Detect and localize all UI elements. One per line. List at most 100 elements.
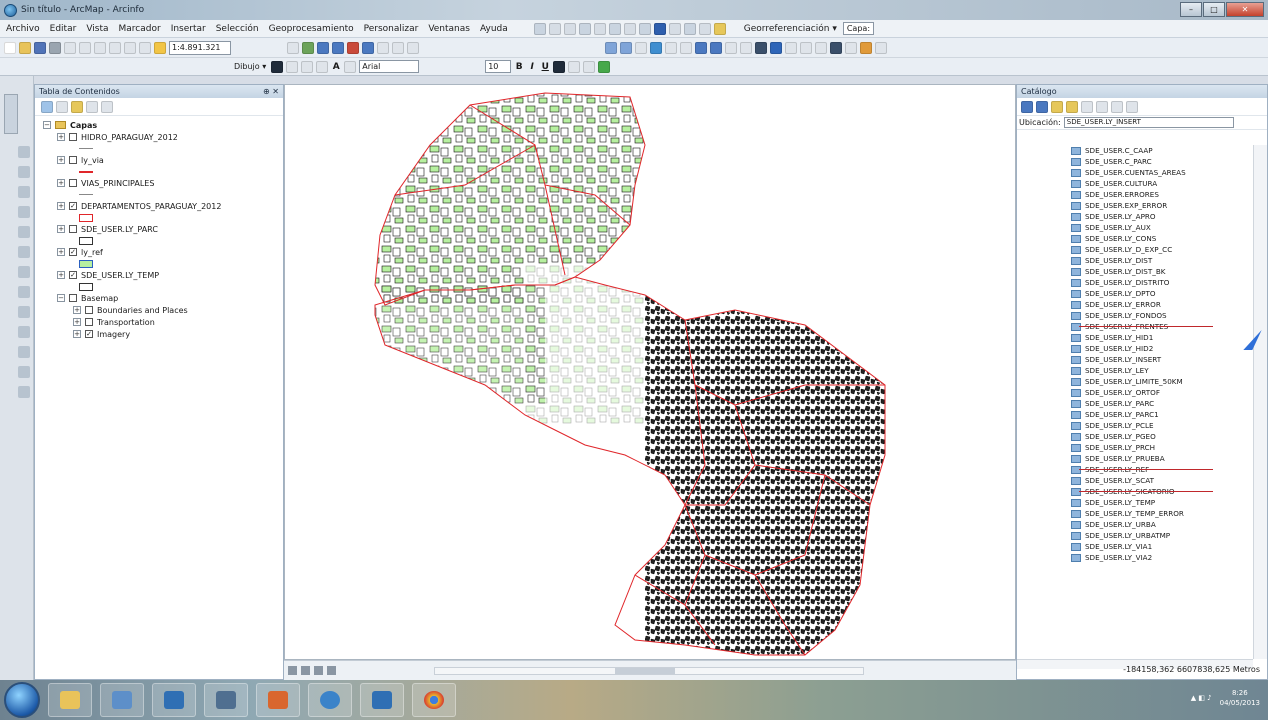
tool-icon[interactable] — [18, 186, 30, 198]
catalog-item[interactable]: SDE_USER.LY_URBATMP — [1017, 530, 1253, 541]
italic-button[interactable]: I — [527, 62, 537, 72]
toc-layer[interactable]: + ly_via — [43, 154, 283, 166]
split-icon[interactable] — [608, 22, 621, 35]
marker-color-icon[interactable] — [598, 60, 611, 73]
tool-icon[interactable] — [18, 206, 30, 218]
catalog-item[interactable]: SDE_USER.LY_D_EXP_CC — [1017, 244, 1253, 255]
tool-icon[interactable] — [18, 166, 30, 178]
rotate-icon[interactable] — [623, 22, 636, 35]
expand-icon[interactable]: + — [57, 202, 65, 210]
redo-icon[interactable] — [139, 41, 151, 54]
catalog-window-icon[interactable] — [332, 41, 344, 54]
catalog-item[interactable]: SDE_USER.CULTURA — [1017, 178, 1253, 189]
tool-icon[interactable] — [18, 286, 30, 298]
catalog-item[interactable]: SDE_USER.LY_VIA2 — [1017, 552, 1253, 563]
dropdown-icon[interactable] — [668, 22, 681, 35]
layer-checkbox[interactable] — [85, 318, 93, 326]
catalog-item[interactable]: SDE_USER.LY_HID1 — [1017, 332, 1253, 343]
menu-seleccion[interactable]: Selección — [216, 24, 259, 34]
expand-icon[interactable]: + — [57, 179, 65, 187]
tool-icon[interactable] — [18, 346, 30, 358]
layer-checkbox-checked[interactable]: ✓ — [69, 271, 77, 279]
layer-checkbox-checked[interactable]: ✓ — [69, 248, 77, 256]
scale-dropdown-icon[interactable] — [287, 41, 299, 54]
model-builder-icon[interactable] — [392, 41, 404, 54]
toc-layer[interactable]: + HIDRO_PARAGUAY_2012 — [43, 131, 283, 143]
catalog-item[interactable]: SDE_USER.LY_VIA1 — [1017, 541, 1253, 552]
tool-icon[interactable] — [18, 246, 30, 258]
layout-view-icon[interactable] — [301, 666, 310, 675]
catalog-item[interactable]: SDE_USER.LY_TEMP — [1017, 497, 1253, 508]
expand-icon[interactable]: + — [57, 133, 65, 141]
zoom-in-icon[interactable] — [605, 41, 617, 54]
tool-icon[interactable] — [18, 366, 30, 378]
location-input[interactable]: SDE_USER.LY_INSERT — [1063, 117, 1234, 128]
up-one-level-icon[interactable] — [1081, 100, 1093, 113]
taskbar-app[interactable] — [100, 683, 144, 717]
catalog-item[interactable]: SDE_USER.LY_DIST — [1017, 255, 1253, 266]
font-combo[interactable]: Arial — [359, 60, 420, 73]
print-icon[interactable] — [49, 41, 61, 54]
catalog-item[interactable]: SDE_USER.LY_PRCH — [1017, 442, 1253, 453]
fill-color-icon[interactable] — [568, 60, 581, 73]
copy-icon[interactable] — [79, 41, 91, 54]
menu-geoprocesamiento[interactable]: Geoprocesamiento — [269, 24, 354, 34]
clock[interactable]: 8:26 04/05/2013 — [1220, 688, 1260, 708]
clear-selection-icon[interactable] — [740, 41, 752, 54]
catalog-item[interactable]: SDE_USER.LY_DPTO — [1017, 288, 1253, 299]
catalog-item[interactable]: SDE_USER.LY_LEY — [1017, 365, 1253, 376]
taskbar-arcmap[interactable] — [308, 683, 352, 717]
back-icon[interactable] — [1021, 100, 1033, 113]
arctoolbox-icon[interactable] — [362, 41, 374, 54]
back-extent-icon[interactable] — [695, 41, 707, 54]
identify-icon[interactable] — [770, 41, 782, 54]
connect-folder-icon[interactable] — [1066, 100, 1078, 113]
catalog-item[interactable]: SDE_USER.LY_FRENTES — [1017, 321, 1253, 332]
catalog-item[interactable]: SDE_USER.LY_ORTOF — [1017, 387, 1253, 398]
delete-icon[interactable] — [109, 41, 121, 54]
toc-basemap-child[interactable]: + ✓ Imagery — [43, 328, 283, 340]
attributes-icon[interactable] — [638, 22, 651, 35]
font-color-icon[interactable] — [553, 60, 566, 73]
close-button[interactable]: ✕ — [1226, 2, 1264, 17]
refresh-icon[interactable] — [314, 666, 323, 675]
layer-checkbox[interactable] — [69, 294, 77, 302]
layer-checkbox[interactable] — [69, 133, 77, 141]
drawing-menu[interactable]: Dibujo ▾ — [234, 62, 266, 71]
options-icon[interactable] — [1126, 100, 1138, 113]
catalog-item[interactable]: SDE_USER.LY_INSERT — [1017, 354, 1253, 365]
tool-icon[interactable] — [18, 326, 30, 338]
toc-basemap[interactable]: − Basemap — [43, 292, 283, 304]
hyperlink-icon[interactable] — [785, 41, 797, 54]
expand-icon[interactable]: + — [57, 271, 65, 279]
tool-icon[interactable] — [18, 266, 30, 278]
pause-drawing-icon[interactable] — [327, 666, 336, 675]
layer-checkbox-checked[interactable]: ✓ — [69, 202, 77, 210]
georef-add-points-icon[interactable] — [698, 22, 711, 35]
expand-icon[interactable]: + — [57, 156, 65, 164]
tool-icon[interactable] — [18, 306, 30, 318]
catalog-item[interactable]: SDE_USER.LY_HID2 — [1017, 343, 1253, 354]
measure-icon[interactable] — [815, 41, 827, 54]
map-display[interactable] — [284, 84, 1016, 660]
fixed-zoom-out-icon[interactable] — [680, 41, 692, 54]
taskbar-app[interactable] — [360, 683, 404, 717]
add-data-icon[interactable] — [154, 41, 166, 54]
go-to-xy-icon[interactable] — [860, 41, 872, 54]
catalog-item[interactable]: SDE_USER.LY_LIMITE_50KM — [1017, 376, 1253, 387]
views-icon[interactable] — [1096, 100, 1108, 113]
catalog-item[interactable]: SDE_USER.C_PARC — [1017, 156, 1253, 167]
catalog-item[interactable]: SDE_USER.LY_APRO — [1017, 211, 1253, 222]
catalog-item[interactable]: SDE_USER.LY_PARC1 — [1017, 409, 1253, 420]
font-size-combo[interactable]: 10 — [485, 60, 512, 73]
line-color-icon[interactable] — [583, 60, 596, 73]
catalog-item[interactable]: SDE_USER.LY_PCLE — [1017, 420, 1253, 431]
layer-checkbox[interactable] — [85, 306, 93, 314]
layer-checkbox[interactable] — [69, 179, 77, 187]
layer-checkbox[interactable] — [69, 225, 77, 233]
toc-layer[interactable]: + ✓ DEPARTAMENTOS_PARAGUAY_2012 — [43, 200, 283, 212]
collapse-icon[interactable]: − — [43, 121, 51, 129]
whats-this-icon[interactable] — [407, 41, 419, 54]
editor-toolbar-icon[interactable] — [302, 41, 314, 54]
rectangle-icon[interactable] — [316, 60, 329, 73]
